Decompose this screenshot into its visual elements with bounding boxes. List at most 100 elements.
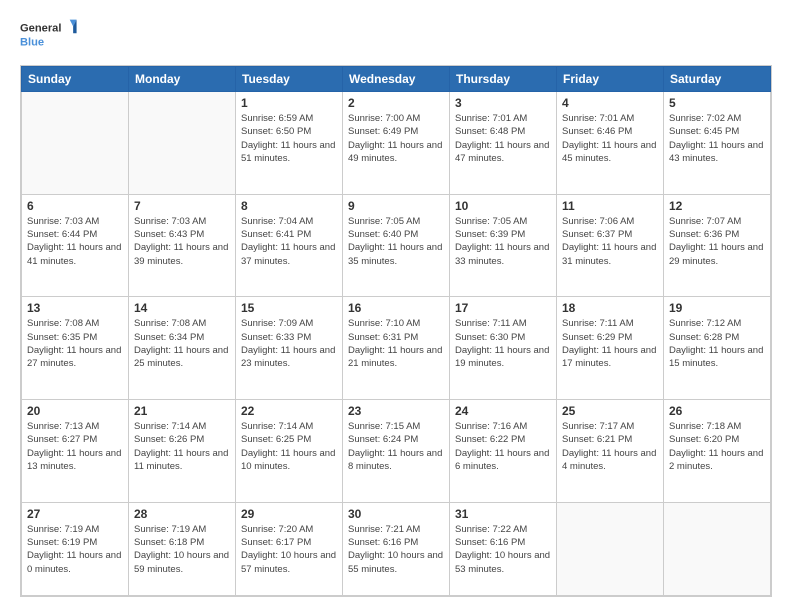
header: General Blue <box>20 15 772 55</box>
day-number: 10 <box>455 199 551 213</box>
day-cell: 2Sunrise: 7:00 AM Sunset: 6:49 PM Daylig… <box>343 92 450 195</box>
day-info: Sunrise: 7:17 AM Sunset: 6:21 PM Dayligh… <box>562 420 658 473</box>
day-info: Sunrise: 7:13 AM Sunset: 6:27 PM Dayligh… <box>27 420 123 473</box>
day-info: Sunrise: 7:11 AM Sunset: 6:30 PM Dayligh… <box>455 317 551 370</box>
day-cell: 19 Sunrise: 7:12 AM Sunset: 6:28 PM Dayli… <box>664 297 771 400</box>
day-cell <box>664 502 771 595</box>
day-number: 31 <box>455 507 551 521</box>
day-cell: 28 Sunrise: 7:19 AM Sunset: 6:18 PM Dayli… <box>129 502 236 595</box>
day-cell: 24 Sunrise: 7:16 AM Sunset: 6:22 PM Dayli… <box>450 399 557 502</box>
day-cell: 29Sunrise: 7:20 AM Sunset: 6:17 PM Dayli… <box>236 502 343 595</box>
day-cell: 31 Sunrise: 7:22 AM Sunset: 6:16 PM Dayli… <box>450 502 557 595</box>
day-cell: 9 Sunrise: 7:05 AM Sunset: 6:40 PM Daylig… <box>343 194 450 297</box>
day-cell: 25 Sunrise: 7:17 AM Sunset: 6:21 PM Dayli… <box>557 399 664 502</box>
day-number: 17 <box>455 301 551 315</box>
day-number: 30 <box>348 507 444 521</box>
day-cell: 15Sunrise: 7:09 AM Sunset: 6:33 PM Dayli… <box>236 297 343 400</box>
day-number: 24 <box>455 404 551 418</box>
day-number: 20 <box>27 404 123 418</box>
day-info: Sunrise: 7:00 AM Sunset: 6:49 PM Dayligh… <box>348 112 444 165</box>
day-info: Sunrise: 7:01 AM Sunset: 6:46 PM Dayligh… <box>562 112 658 165</box>
day-cell: 11 Sunrise: 7:06 AM Sunset: 6:37 PM Dayli… <box>557 194 664 297</box>
day-number: 4 <box>562 96 658 110</box>
day-info: Sunrise: 7:04 AM Sunset: 6:41 PM Dayligh… <box>241 215 337 268</box>
day-info: Sunrise: 7:22 AM Sunset: 6:16 PM Dayligh… <box>455 523 551 576</box>
day-cell: 14Sunrise: 7:08 AM Sunset: 6:34 PM Dayli… <box>129 297 236 400</box>
day-cell: 8 Sunrise: 7:04 AM Sunset: 6:41 PM Daylig… <box>236 194 343 297</box>
day-number: 21 <box>134 404 230 418</box>
day-info: Sunrise: 7:07 AM Sunset: 6:36 PM Dayligh… <box>669 215 765 268</box>
day-info: Sunrise: 7:02 AM Sunset: 6:45 PM Dayligh… <box>669 112 765 165</box>
day-number: 11 <box>562 199 658 213</box>
day-number: 27 <box>27 507 123 521</box>
logo-svg: General Blue <box>20 15 80 55</box>
weekday-header: Sunday <box>22 67 129 92</box>
day-number: 18 <box>562 301 658 315</box>
day-info: Sunrise: 7:08 AM Sunset: 6:35 PM Dayligh… <box>27 317 123 370</box>
day-number: 7 <box>134 199 230 213</box>
day-number: 22 <box>241 404 337 418</box>
day-cell: 3 Sunrise: 7:01 AM Sunset: 6:48 PM Daylig… <box>450 92 557 195</box>
day-number: 26 <box>669 404 765 418</box>
day-info: Sunrise: 6:59 AM Sunset: 6:50 PM Dayligh… <box>241 112 337 165</box>
day-info: Sunrise: 7:21 AM Sunset: 6:16 PM Dayligh… <box>348 523 444 576</box>
day-info: Sunrise: 7:11 AM Sunset: 6:29 PM Dayligh… <box>562 317 658 370</box>
day-cell <box>22 92 129 195</box>
day-number: 19 <box>669 301 765 315</box>
day-cell: 5 Sunrise: 7:02 AM Sunset: 6:45 PM Daylig… <box>664 92 771 195</box>
day-number: 1 <box>241 96 337 110</box>
day-cell: 4 Sunrise: 7:01 AM Sunset: 6:46 PM Daylig… <box>557 92 664 195</box>
day-number: 15 <box>241 301 337 315</box>
day-info: Sunrise: 7:10 AM Sunset: 6:31 PM Dayligh… <box>348 317 444 370</box>
day-cell: 30 Sunrise: 7:21 AM Sunset: 6:16 PM Dayli… <box>343 502 450 595</box>
weekday-header: Friday <box>557 67 664 92</box>
day-number: 8 <box>241 199 337 213</box>
weekday-header: Monday <box>129 67 236 92</box>
day-info: Sunrise: 7:05 AM Sunset: 6:39 PM Dayligh… <box>455 215 551 268</box>
day-info: Sunrise: 7:03 AM Sunset: 6:43 PM Dayligh… <box>134 215 230 268</box>
day-number: 29 <box>241 507 337 521</box>
day-info: Sunrise: 7:18 AM Sunset: 6:20 PM Dayligh… <box>669 420 765 473</box>
day-info: Sunrise: 7:03 AM Sunset: 6:44 PM Dayligh… <box>27 215 123 268</box>
weekday-header: Saturday <box>664 67 771 92</box>
day-info: Sunrise: 7:19 AM Sunset: 6:19 PM Dayligh… <box>27 523 123 576</box>
logo: General Blue <box>20 15 80 55</box>
day-number: 23 <box>348 404 444 418</box>
day-number: 28 <box>134 507 230 521</box>
svg-text:General: General <box>20 23 61 35</box>
day-cell: 27 Sunrise: 7:19 AM Sunset: 6:19 PM Dayli… <box>22 502 129 595</box>
day-info: Sunrise: 7:19 AM Sunset: 6:18 PM Dayligh… <box>134 523 230 576</box>
day-number: 5 <box>669 96 765 110</box>
day-cell: 12 Sunrise: 7:07 AM Sunset: 6:36 PM Dayli… <box>664 194 771 297</box>
weekday-header: Wednesday <box>343 67 450 92</box>
day-info: Sunrise: 7:05 AM Sunset: 6:40 PM Dayligh… <box>348 215 444 268</box>
day-cell: 13 Sunrise: 7:08 AM Sunset: 6:35 PM Dayli… <box>22 297 129 400</box>
day-cell: 1 Sunrise: 6:59 AM Sunset: 6:50 PM Daylig… <box>236 92 343 195</box>
day-cell: 17 Sunrise: 7:11 AM Sunset: 6:30 PM Dayli… <box>450 297 557 400</box>
day-cell: 6 Sunrise: 7:03 AM Sunset: 6:44 PM Daylig… <box>22 194 129 297</box>
day-number: 25 <box>562 404 658 418</box>
day-number: 12 <box>669 199 765 213</box>
day-cell: 22Sunrise: 7:14 AM Sunset: 6:25 PM Dayli… <box>236 399 343 502</box>
day-cell: 10 Sunrise: 7:05 AM Sunset: 6:39 PM Dayli… <box>450 194 557 297</box>
day-cell: 26 Sunrise: 7:18 AM Sunset: 6:20 PM Dayli… <box>664 399 771 502</box>
day-info: Sunrise: 7:14 AM Sunset: 6:26 PM Dayligh… <box>134 420 230 473</box>
svg-text:Blue: Blue <box>20 36 44 48</box>
day-info: Sunrise: 7:12 AM Sunset: 6:28 PM Dayligh… <box>669 317 765 370</box>
day-info: Sunrise: 7:01 AM Sunset: 6:48 PM Dayligh… <box>455 112 551 165</box>
weekday-header: Tuesday <box>236 67 343 92</box>
day-number: 14 <box>134 301 230 315</box>
day-info: Sunrise: 7:15 AM Sunset: 6:24 PM Dayligh… <box>348 420 444 473</box>
day-number: 3 <box>455 96 551 110</box>
calendar: SundayMondayTuesdayWednesdayThursdayFrid… <box>20 65 772 597</box>
day-cell: 16 Sunrise: 7:10 AM Sunset: 6:31 PM Dayli… <box>343 297 450 400</box>
day-number: 6 <box>27 199 123 213</box>
day-info: Sunrise: 7:16 AM Sunset: 6:22 PM Dayligh… <box>455 420 551 473</box>
day-number: 9 <box>348 199 444 213</box>
day-cell: 18 Sunrise: 7:11 AM Sunset: 6:29 PM Dayli… <box>557 297 664 400</box>
day-number: 13 <box>27 301 123 315</box>
day-number: 16 <box>348 301 444 315</box>
day-cell <box>557 502 664 595</box>
day-cell <box>129 92 236 195</box>
day-info: Sunrise: 7:06 AM Sunset: 6:37 PM Dayligh… <box>562 215 658 268</box>
